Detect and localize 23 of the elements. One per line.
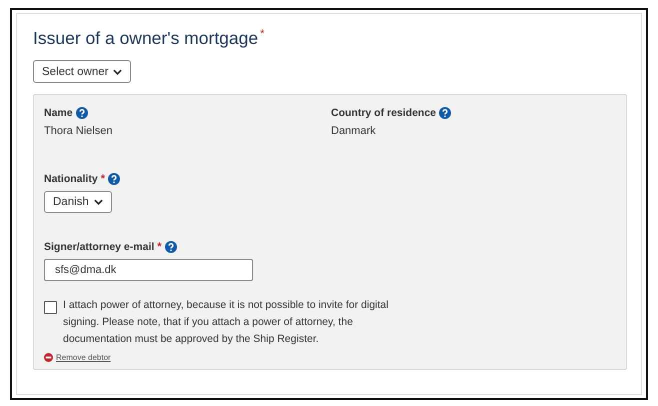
remove-debtor-link[interactable]: Remove debtor <box>56 353 111 362</box>
checkbox[interactable] <box>44 301 57 314</box>
caret-icon <box>113 68 122 74</box>
checkbox-label: I attach power of attorney, because it is not possible to invite for digital signing. Please note, that if you attach a power of attorney, the documentation must be approved by the Ship Register. <box>63 298 390 347</box>
field-value: Danmark <box>331 125 377 137</box>
field-label: Name <box>44 107 73 119</box>
required-mark: * <box>260 28 264 40</box>
required-mark: * <box>157 241 162 253</box>
remove-icon <box>44 353 53 362</box>
field-label: Nationality <box>44 173 98 185</box>
nationality-dropdown[interactable]: Danish <box>44 191 112 213</box>
help-icon[interactable] <box>164 241 177 253</box>
owner-dropdown[interactable]: Select owner <box>33 60 132 83</box>
field-value: Thora Nielsen <box>44 125 114 137</box>
caret-icon <box>94 199 103 205</box>
email-field[interactable]: sfs@dma.dk <box>44 259 253 281</box>
section-title: Issuer of a owner's mortgage <box>33 28 258 49</box>
field-label: Signer/attorney e-mail <box>44 241 154 253</box>
field-label: Country of residence <box>331 107 436 119</box>
help-icon[interactable] <box>439 107 452 119</box>
required-mark: * <box>100 173 105 185</box>
help-icon[interactable] <box>108 173 120 185</box>
help-icon[interactable] <box>76 107 88 119</box>
